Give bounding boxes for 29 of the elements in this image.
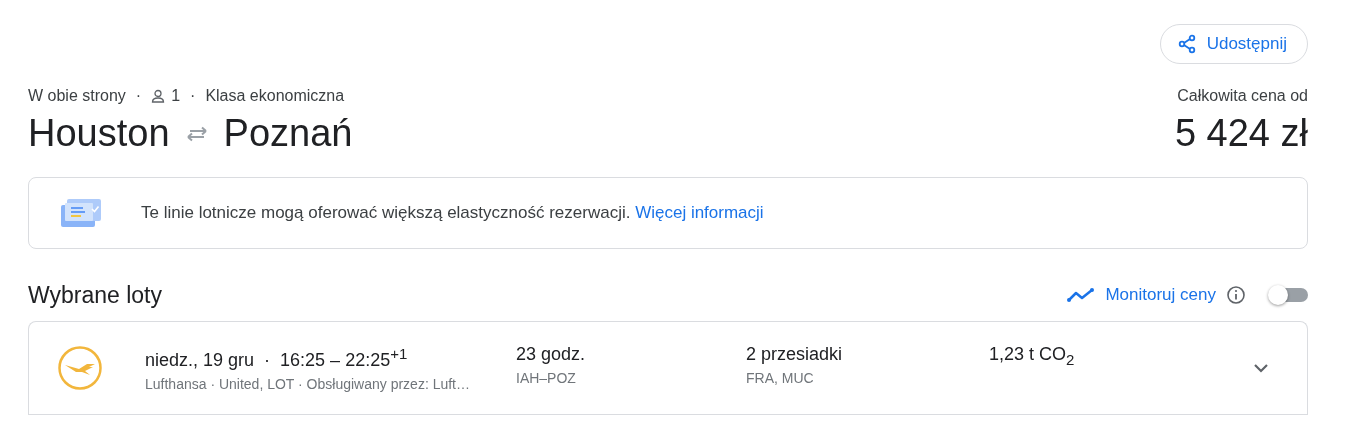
- booking-card-icon: [59, 197, 103, 229]
- expand-chevron-icon[interactable]: [1253, 363, 1269, 373]
- flight-route: IAH–POZ: [516, 370, 577, 386]
- emissions: 1,23 t CO$_{2}$: [989, 343, 1076, 370]
- flight-row[interactable]: niedz., 19 gru · 16:25 – 22:25$^{+1}$ Lufthansa · United, LOT · Obsługiwany przez: Luft… 23 godz. IAH–POZ 2 przesiadki FRA, MUC 1,23 t CO$_{2}$: [29, 322, 1307, 415]
- info-icon[interactable]: [1226, 285, 1246, 305]
- price-trend-icon: [1067, 287, 1096, 303]
- more-info-link[interactable]: Więcej informacji: [635, 203, 764, 222]
- separator-dot: ·: [190, 87, 196, 105]
- stop-count: 2 przesiadki: [746, 343, 844, 366]
- separator-dot: ·: [135, 87, 142, 105]
- share-icon: [1176, 34, 1197, 54]
- passenger-count: 1: [171, 87, 181, 105]
- airline-names: Lufthansa · United, LOT · Obsługiwany przez: Luft…: [145, 376, 471, 392]
- section-title: Wybrane loty: [28, 281, 162, 309]
- track-prices-label: Monitoruj ceny: [1105, 285, 1216, 305]
- price-label: Całkowita cena od: [1177, 86, 1308, 106]
- stop-airports: FRA, MUC: [746, 370, 815, 386]
- trip-type: W obie strony: [28, 87, 126, 105]
- crane-logo-icon: [57, 345, 103, 391]
- cabin-class: Klasa ekonomiczna: [205, 87, 345, 105]
- person-icon: [151, 89, 166, 103]
- origin-city: Houston: [28, 112, 170, 155]
- destination-city: Poznań: [223, 112, 353, 155]
- flight-date-time: niedz., 19 gru · 16:25 – 22:25$^{+1}$: [145, 344, 409, 372]
- flight-duration: 23 godz.: [516, 343, 587, 366]
- total-price: 5 424 zł: [1174, 112, 1308, 155]
- notice-text: Te linie lotnicze mogą oferować większą elastyczność rezerwacji. Więcej informacji: [141, 203, 764, 223]
- share-button[interactable]: Udostępnij: [1159, 24, 1308, 64]
